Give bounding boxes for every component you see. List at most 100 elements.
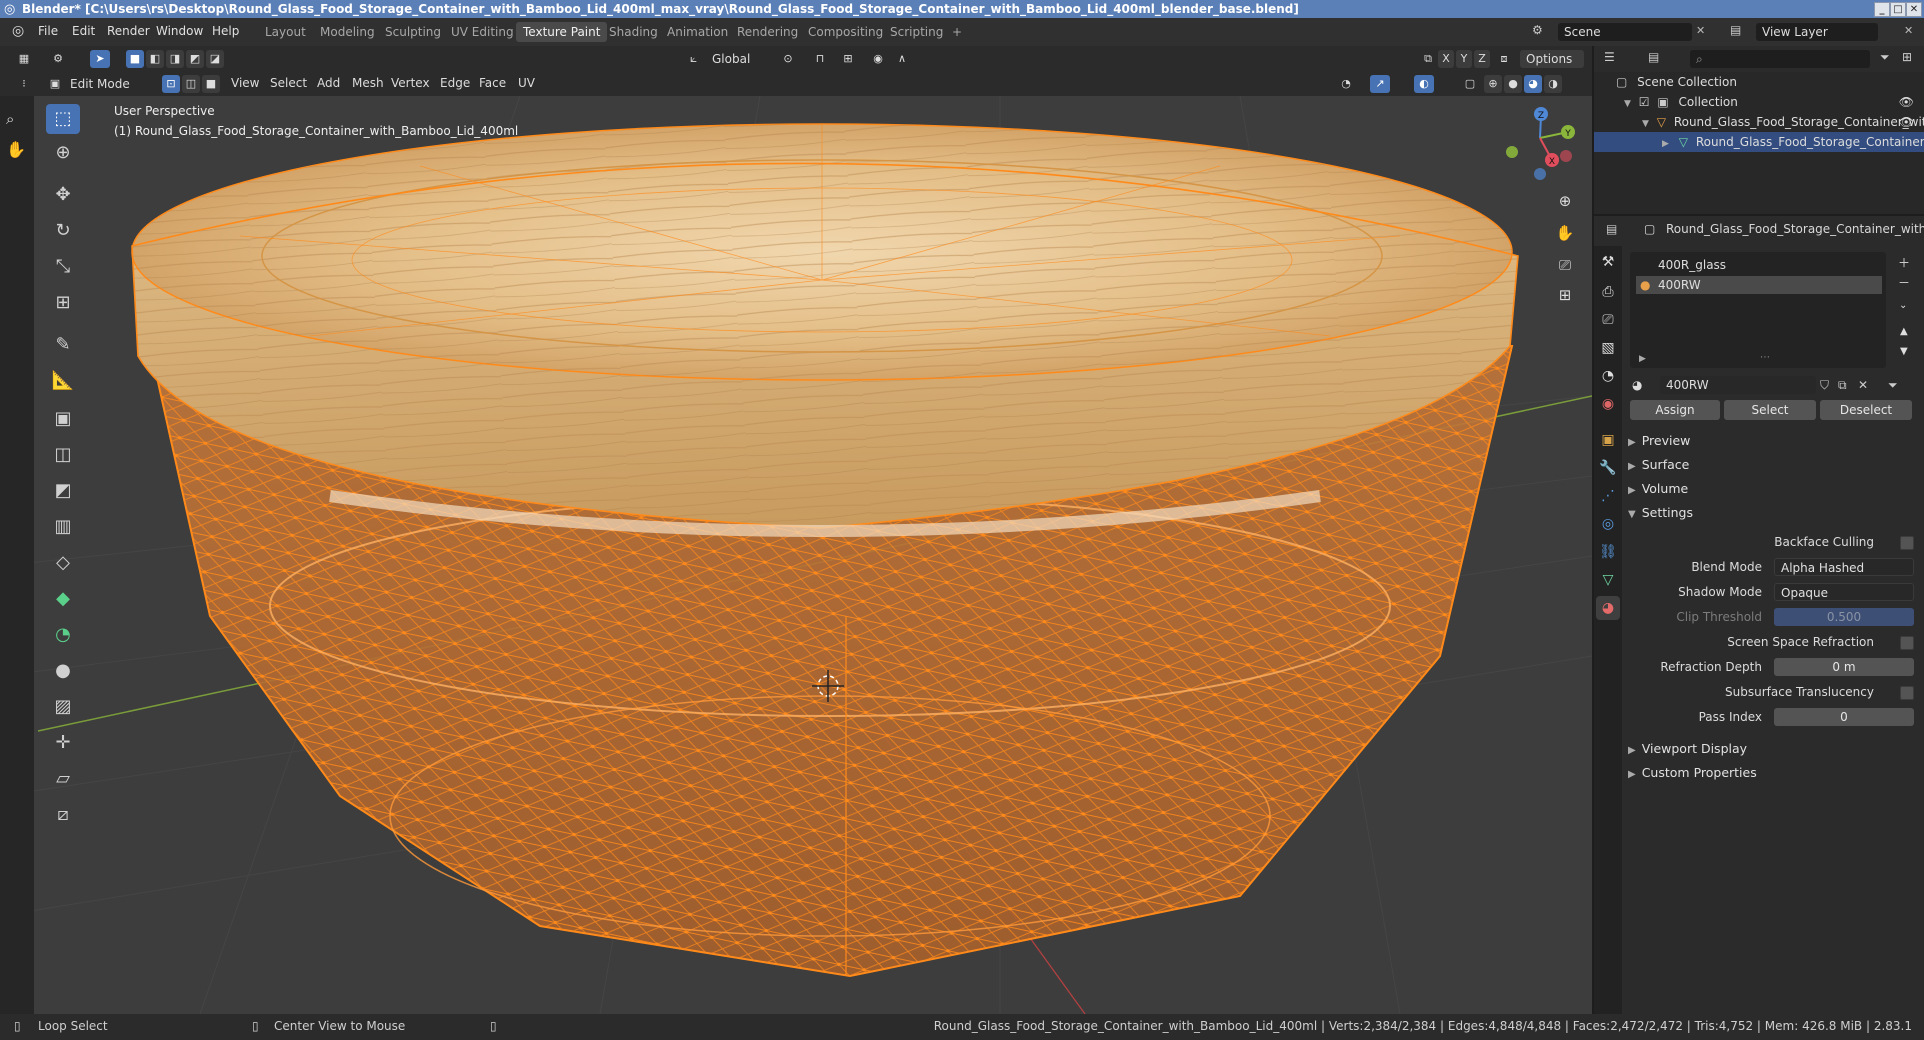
select-box-tool-icon[interactable]: ⬚ [46, 104, 80, 134]
viewport-menu-edge[interactable]: Edge [440, 76, 470, 90]
modifiers-tab-icon[interactable]: 🔧 [1596, 456, 1620, 480]
maximize-button[interactable]: □ [1890, 2, 1906, 17]
outliner-collection[interactable]: ▼ ☑ ▣ Collection 👁 [1594, 92, 1924, 112]
viewport-menu-select[interactable]: Select [270, 76, 307, 90]
proportional-falloff-icon[interactable]: ∧ [892, 50, 912, 68]
face-select-mode-icon[interactable]: ■ [202, 75, 220, 93]
deselect-button[interactable]: Deselect [1820, 400, 1912, 420]
tab-uv-editing[interactable]: UV Editing [444, 22, 521, 42]
outliner-mesh-data[interactable]: ▶ ▽ Round_Glass_Food_Storage_Container_w [1594, 132, 1924, 152]
minimize-button[interactable]: _ [1874, 2, 1890, 17]
select-mode-extend-icon[interactable]: ◧ [146, 50, 164, 68]
scene-selector[interactable]: Scene [1558, 23, 1692, 41]
new-collection-icon[interactable]: ⊞ [1902, 50, 1912, 64]
viewport-menu-face[interactable]: Face [479, 76, 506, 90]
fake-user-icon[interactable]: ⛉ [1820, 378, 1829, 393]
knife-tool-icon[interactable]: ◇ [46, 548, 80, 578]
wireframe-shading-icon[interactable]: ⊕ [1484, 75, 1502, 93]
tab-shading[interactable]: Shading [602, 22, 665, 42]
expand-arrow-icon[interactable]: ▼ [1642, 119, 1649, 129]
blend-mode-dropdown[interactable]: Alpha Hashed [1774, 558, 1914, 576]
add-workspace-button[interactable]: + [945, 22, 969, 42]
scale-tool-icon[interactable]: ⤡ [46, 252, 80, 282]
proportional-edit-icon[interactable]: ◉ [868, 50, 888, 68]
render-tab-icon[interactable]: ⎙ [1596, 280, 1620, 304]
unlink-material-icon[interactable]: ✕ [1858, 378, 1868, 392]
tool-settings-icon[interactable]: ⚙ [48, 50, 68, 68]
shadow-mode-dropdown[interactable]: Opaque [1774, 583, 1914, 601]
mirror-icon[interactable]: ⧉ [1418, 50, 1438, 68]
pan-hand-icon[interactable]: ✋ [1552, 220, 1578, 246]
menu-render[interactable]: Render [107, 24, 150, 38]
viewport-menu-mesh[interactable]: Mesh [352, 76, 384, 90]
assign-button[interactable]: Assign [1630, 400, 1720, 420]
output-tab-icon[interactable]: ⎚ [1596, 308, 1620, 332]
viewport-menu-view[interactable]: View [231, 76, 259, 90]
view-layer-tab-icon[interactable]: ▧ [1596, 336, 1620, 360]
blender-menu-icon[interactable]: ◎ [12, 23, 24, 39]
extrude-tool-icon[interactable]: ▣ [46, 404, 80, 434]
section-settings[interactable]: ▼ Settings [1628, 505, 1693, 520]
pass-index-field[interactable]: 0 [1774, 708, 1914, 726]
overlays-toggle-icon[interactable]: ◐ [1414, 75, 1434, 93]
edge-select-mode-icon[interactable]: ◫ [182, 75, 200, 93]
section-preview[interactable]: ▶ Preview [1628, 433, 1690, 448]
properties-editor-icon[interactable]: ▤ [1606, 222, 1617, 236]
scene-tab-icon[interactable]: ◔ [1596, 364, 1620, 388]
outliner-scene-collection[interactable]: ▢ Scene Collection [1594, 72, 1924, 92]
select-tool-icon[interactable]: ➤ [90, 50, 110, 68]
material-preview-icon[interactable]: ◕ [1524, 75, 1542, 93]
cursor-tool-icon[interactable]: ⊕ [46, 138, 80, 168]
rotate-tool-icon[interactable]: ↻ [46, 216, 80, 246]
tab-layout[interactable]: Layout [258, 22, 313, 42]
camera-view-icon[interactable]: ⎚ [1552, 252, 1578, 278]
outliner-object[interactable]: ▼ ▽ Round_Glass_Food_Storage_Container_w… [1594, 112, 1924, 132]
section-surface[interactable]: ▶ Surface [1628, 457, 1689, 472]
xray-toggle-icon[interactable]: ▢ [1460, 75, 1480, 93]
tab-modeling[interactable]: Modeling [313, 22, 382, 42]
backface-culling-checkbox[interactable] [1900, 536, 1914, 550]
visibility-icon[interactable]: ◔ [1336, 75, 1356, 93]
move-tool-icon[interactable]: ✥ [46, 180, 80, 210]
search-icon[interactable]: ⌕ [6, 110, 14, 128]
material-slot-400r-glass[interactable]: 400R_glass [1636, 256, 1882, 274]
refraction-depth-field[interactable]: 0 m [1774, 658, 1914, 676]
loop-cut-tool-icon[interactable]: ▥ [46, 512, 80, 542]
transform-tool-icon[interactable]: ⊞ [46, 288, 80, 318]
menu-window[interactable]: Window [156, 24, 203, 38]
auto-merge-icon[interactable]: ⧈ [1494, 50, 1514, 68]
measure-tool-icon[interactable]: 📐 [46, 366, 80, 396]
outliner-editor-icon[interactable]: ☰ [1604, 50, 1615, 64]
mode-dropdown[interactable]: Edit Mode [64, 75, 154, 93]
annotate-tool-icon[interactable]: ✎ [46, 330, 80, 360]
snap-target-icon[interactable]: ⊞ [838, 50, 858, 68]
slot-specials-icon[interactable]: ⌄ [1899, 300, 1907, 311]
tab-sculpting[interactable]: Sculpting [378, 22, 448, 42]
shear-tool-icon[interactable]: ▱ [46, 764, 80, 794]
expand-arrow-icon[interactable]: ▶ [1639, 354, 1646, 364]
expand-arrow-icon[interactable]: ▼ [1624, 99, 1631, 109]
tab-rendering[interactable]: Rendering [730, 22, 805, 42]
close-view-layer-icon[interactable]: ✕ [1904, 24, 1913, 37]
material-slot-link-icon[interactable]: ⏷ [1888, 378, 1898, 393]
edge-slide-tool-icon[interactable]: ▨ [46, 692, 80, 722]
physics-tab-icon[interactable]: ◎ [1596, 512, 1620, 536]
expand-arrow-icon[interactable]: ▶ [1662, 139, 1669, 149]
3d-viewport[interactable]: Z Y X User Perspective (1) Round_Glass_F… [0, 96, 1592, 1014]
select-button[interactable]: Select [1724, 400, 1816, 420]
checkbox-icon[interactable]: ☑ [1639, 95, 1650, 109]
screen-space-refraction-checkbox[interactable] [1900, 636, 1914, 650]
shrink-fatten-tool-icon[interactable]: ✛ [46, 728, 80, 758]
gizmo-toggle-icon[interactable]: ↗ [1370, 75, 1390, 93]
world-tab-icon[interactable]: ◉ [1596, 392, 1620, 416]
constraints-tab-icon[interactable]: ⛓ [1596, 540, 1620, 564]
filter-icon[interactable]: ⏷ [1880, 50, 1890, 65]
bevel-tool-icon[interactable]: ◩ [46, 476, 80, 506]
editor-type-icon[interactable]: ▦ [14, 50, 34, 68]
move-down-icon[interactable]: ▼ [1900, 346, 1908, 357]
material-slot-400rw[interactable]: ● 400RW [1636, 276, 1882, 294]
add-slot-icon[interactable]: ＋ [1898, 254, 1910, 271]
viewport-menu-uv[interactable]: UV [518, 76, 535, 90]
visibility-eye-icon[interactable]: 👁 [1899, 92, 1914, 112]
smooth-tool-icon[interactable]: ● [46, 656, 80, 686]
